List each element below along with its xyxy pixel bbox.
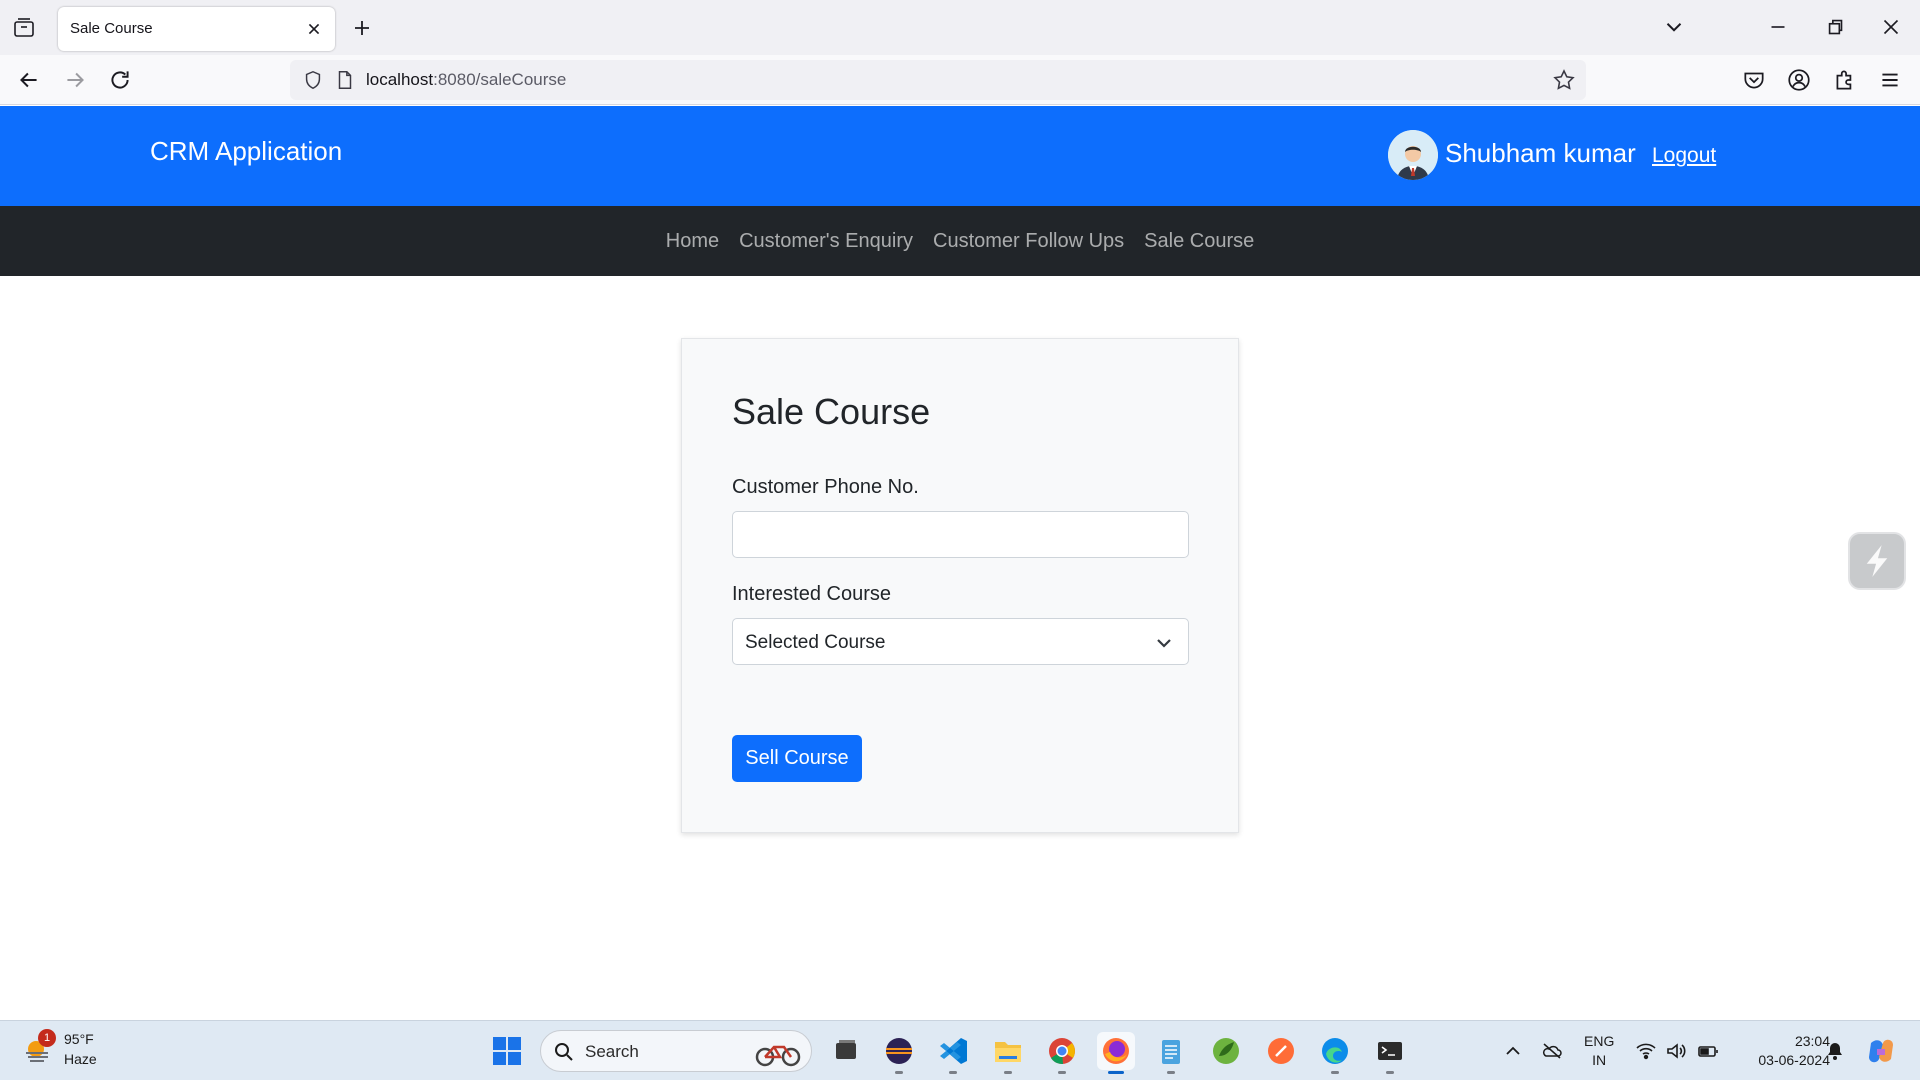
floating-assistant-button[interactable] bbox=[1848, 532, 1906, 590]
phone-label: Customer Phone No. bbox=[732, 476, 919, 498]
phone-input[interactable] bbox=[732, 511, 1189, 558]
minimize-icon[interactable] bbox=[1765, 14, 1791, 40]
eclipse-app-icon[interactable] bbox=[880, 1032, 918, 1074]
restore-icon[interactable] bbox=[1822, 14, 1848, 40]
language-indicator[interactable]: ENG IN bbox=[1584, 1032, 1614, 1070]
lightning-icon bbox=[1866, 545, 1888, 577]
hamburger-menu-icon[interactable] bbox=[1877, 67, 1903, 93]
browser-tab-active[interactable]: Sale Course bbox=[58, 7, 335, 51]
battery-icon[interactable] bbox=[1697, 1040, 1719, 1062]
weather-badge: 1 bbox=[38, 1029, 56, 1047]
user-avatar bbox=[1388, 130, 1438, 180]
wifi-icon[interactable] bbox=[1635, 1040, 1657, 1062]
address-bar[interactable]: localhost:8080/saleCourse bbox=[290, 60, 1586, 100]
tray-expand-chevron-icon[interactable] bbox=[1502, 1040, 1524, 1062]
system-clock[interactable]: 23:04 03-06-2024 bbox=[1738, 1032, 1830, 1070]
browser-tab-bar: Sale Course bbox=[0, 0, 1920, 55]
chevron-down-icon bbox=[1154, 633, 1174, 653]
tab-title: Sale Course bbox=[70, 20, 153, 37]
back-arrow-icon[interactable] bbox=[16, 67, 42, 93]
close-window-icon[interactable] bbox=[1878, 14, 1904, 40]
search-placeholder: Search bbox=[585, 1042, 639, 1061]
reload-icon[interactable] bbox=[107, 67, 133, 93]
tab-overflow-chevron-icon[interactable] bbox=[1661, 14, 1687, 40]
nav-item-customer-follow-ups[interactable]: Customer Follow Ups bbox=[933, 230, 1124, 253]
page-title: Sale Course bbox=[732, 391, 931, 432]
task-view-app[interactable] bbox=[827, 1032, 865, 1070]
nav-item-home[interactable]: Home bbox=[666, 230, 719, 253]
new-tab-icon[interactable] bbox=[350, 16, 374, 40]
bookmark-star-icon[interactable] bbox=[1552, 68, 1576, 92]
sale-course-card: Sale Course Customer Phone No. Intereste… bbox=[681, 338, 1239, 833]
windows-start-icon[interactable] bbox=[492, 1036, 522, 1066]
copilot-icon[interactable] bbox=[1865, 1035, 1897, 1067]
forward-arrow-icon[interactable] bbox=[62, 67, 88, 93]
chrome-app-icon[interactable] bbox=[1043, 1032, 1081, 1074]
notification-bell-icon[interactable] bbox=[1824, 1040, 1846, 1062]
taskbar-search[interactable]: Search bbox=[540, 1030, 812, 1072]
pocket-icon[interactable] bbox=[1741, 67, 1767, 93]
account-icon[interactable] bbox=[1786, 67, 1812, 93]
onedrive-offline-icon[interactable] bbox=[1541, 1040, 1563, 1062]
spring-tools-app-icon[interactable] bbox=[1207, 1032, 1245, 1070]
main-nav: Home Customer's Enquiry Customer Follow … bbox=[0, 206, 1920, 276]
brand-title[interactable]: CRM Application bbox=[150, 136, 342, 167]
page-info-icon[interactable] bbox=[334, 69, 356, 91]
tab-list-icon[interactable] bbox=[12, 16, 36, 40]
tracking-shield-icon[interactable] bbox=[302, 69, 324, 91]
course-select[interactable]: Selected Course bbox=[732, 618, 1189, 665]
app-header: CRM Application Shubham kumar Logout bbox=[0, 106, 1920, 206]
nav-item-customers-enquiry[interactable]: Customer's Enquiry bbox=[739, 230, 913, 253]
nav-item-sale-course[interactable]: Sale Course bbox=[1144, 230, 1254, 253]
terminal-app-icon[interactable] bbox=[1371, 1032, 1409, 1074]
weather-condition[interactable]: Haze bbox=[64, 1051, 97, 1067]
bicycle-icon bbox=[753, 1039, 803, 1067]
logout-link[interactable]: Logout bbox=[1652, 144, 1716, 168]
edge-app-icon[interactable] bbox=[1316, 1032, 1354, 1074]
sell-course-button[interactable]: Sell Course bbox=[732, 735, 862, 782]
firefox-app-icon[interactable] bbox=[1097, 1032, 1135, 1074]
vscode-app-icon[interactable] bbox=[934, 1032, 972, 1074]
postman-app-icon[interactable] bbox=[1262, 1032, 1300, 1070]
weather-temp[interactable]: 95°F bbox=[64, 1031, 94, 1047]
course-label: Interested Course bbox=[732, 583, 891, 605]
extensions-puzzle-icon[interactable] bbox=[1832, 67, 1858, 93]
search-icon bbox=[553, 1041, 575, 1063]
os-taskbar: 1 95°F Haze Search ENG IN 23:04 03-06-20… bbox=[0, 1020, 1920, 1080]
course-select-value: Selected Course bbox=[745, 632, 886, 653]
notepad-app-icon[interactable] bbox=[1152, 1032, 1190, 1074]
volume-icon[interactable] bbox=[1665, 1040, 1687, 1062]
close-tab-icon[interactable] bbox=[303, 18, 325, 40]
url-text[interactable]: localhost:8080/saleCourse bbox=[366, 70, 566, 90]
file-explorer-app-icon[interactable] bbox=[989, 1032, 1027, 1074]
browser-toolbar: localhost:8080/saleCourse bbox=[0, 55, 1920, 105]
user-name: Shubham kumar bbox=[1445, 138, 1636, 168]
